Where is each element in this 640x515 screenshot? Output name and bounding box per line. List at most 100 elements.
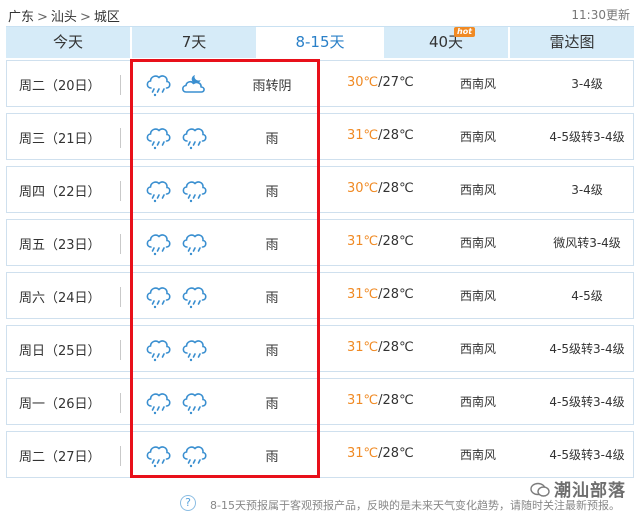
tab-label: 8-15天 (295, 33, 345, 51)
low-temp: /28℃ (378, 446, 414, 461)
high-temp: 31℃ (347, 340, 379, 355)
tab-40-days[interactable]: 40天 hot (384, 27, 510, 58)
high-temp: 31℃ (347, 234, 379, 249)
breadcrumb-separator: > (37, 10, 48, 25)
temperature: 31℃/28℃ (347, 287, 414, 302)
question-icon[interactable]: ? (180, 495, 196, 511)
weather-icons (144, 336, 208, 362)
rain-icon (182, 393, 207, 415)
low-temp: /28℃ (378, 181, 414, 196)
partly-cloudy-night-icon (182, 75, 205, 93)
day-label: 周日（25日） (19, 344, 101, 359)
weather-desc: 雨转阴 (252, 79, 292, 94)
wind-direction: 西南风 (460, 236, 497, 250)
low-temp: /28℃ (378, 287, 414, 302)
breadcrumb-district: 城区 (93, 10, 120, 25)
tab-8-15-days[interactable]: 8-15天 (258, 27, 384, 58)
high-temp: 31℃ (347, 446, 379, 461)
rain-icon (182, 181, 207, 203)
tab-radar[interactable]: 雷达图 (510, 27, 634, 58)
chat-bubble-icon (530, 482, 550, 497)
high-temp: 31℃ (347, 128, 379, 143)
wind-direction: 西南风 (460, 448, 497, 462)
wind-direction: 西南风 (460, 289, 497, 303)
day-label: 周六（24日） (19, 291, 101, 306)
divider (120, 181, 121, 201)
forecast-tabs: 今天 7天 8-15天 40天 hot 雷达图 (6, 26, 634, 58)
rain-icon (182, 340, 207, 362)
wind-level: 4-5级转3-4级 (549, 448, 625, 462)
wind-level: 4-5级转3-4级 (549, 130, 625, 144)
high-temp: 31℃ (347, 393, 379, 408)
table-row: 周二（27日） 雨 31℃/28℃ 西南风 4-5级转3-4级 (6, 431, 634, 478)
divider (120, 287, 121, 307)
temperature: 30℃/28℃ (347, 181, 414, 196)
temperature: 31℃/28℃ (347, 340, 414, 355)
watermark-text: 潮汕部落 (554, 481, 626, 501)
temperature: 31℃/28℃ (347, 128, 414, 143)
day-label: 周四（22日） (19, 185, 101, 200)
day-label: 周一（26日） (19, 397, 101, 412)
hot-badge: hot (454, 27, 476, 37)
rain-icon (182, 234, 207, 256)
table-row: 周二（20日） 雨转阴 30℃/27℃ 西南风 3-4级 (6, 60, 634, 107)
table-row: 周一（26日） 雨 31℃/28℃ 西南风 4-5级转3-4级 (6, 378, 634, 425)
rain-icon (146, 75, 171, 97)
day-label: 周三（21日） (19, 132, 101, 147)
rain-icon (146, 340, 171, 362)
temperature: 30℃/27℃ (347, 75, 414, 90)
divider (120, 340, 121, 360)
weather-icons (144, 230, 208, 256)
rain-icon (182, 287, 207, 309)
wind-direction: 西南风 (460, 130, 497, 144)
divider (120, 234, 121, 254)
rain-icon (146, 287, 171, 309)
rain-icon (146, 393, 171, 415)
breadcrumb-province[interactable]: 广东 (8, 10, 34, 25)
table-row: 周六（24日） 雨 31℃/28℃ 西南风 4-5级 (6, 272, 634, 319)
wind-level: 3-4级 (571, 183, 603, 197)
low-temp: /28℃ (378, 234, 414, 249)
high-temp: 30℃ (347, 181, 379, 196)
low-temp: /28℃ (378, 128, 414, 143)
wind-level: 4-5级 (571, 289, 603, 303)
day-label: 周二（20日） (19, 79, 101, 94)
breadcrumb-separator: > (79, 10, 91, 25)
divider (120, 393, 121, 413)
table-row: 周四（22日） 雨 30℃/28℃ 西南风 3-4级 (6, 166, 634, 213)
tab-label: 今天 (52, 33, 83, 51)
tab-label: 7天 (181, 33, 207, 51)
divider (120, 128, 121, 148)
day-label: 周五（23日） (19, 238, 101, 253)
wind-level: 4-5级转3-4级 (549, 342, 625, 356)
wind-direction: 西南风 (460, 77, 497, 91)
rain-icon (146, 234, 171, 256)
temperature: 31℃/28℃ (347, 446, 414, 461)
tab-today[interactable]: 今天 (6, 27, 132, 58)
table-row: 周三（21日） 雨 31℃/28℃ 西南风 4-5级转3-4级 (6, 113, 634, 160)
weather-icons (144, 177, 208, 203)
weather-desc: 雨 (265, 450, 279, 465)
temperature: 31℃/28℃ (347, 393, 414, 408)
divider (120, 446, 121, 466)
wind-direction: 西南风 (460, 395, 497, 409)
wind-level: 微风转3-4级 (553, 236, 621, 250)
weather-desc: 雨 (265, 344, 279, 359)
wind-level: 4-5级转3-4级 (549, 395, 625, 409)
update-time: 11:30更新 (571, 8, 630, 22)
breadcrumb-city[interactable]: 汕头 (51, 10, 77, 25)
wind-direction: 西南风 (460, 342, 497, 356)
day-label: 周二（27日） (19, 450, 101, 465)
wind-level: 3-4级 (571, 77, 603, 91)
breadcrumb: 广东 > 汕头 > 城区 (8, 6, 120, 25)
low-temp: /28℃ (378, 393, 414, 408)
rain-icon (146, 181, 171, 203)
high-temp: 30℃ (347, 75, 379, 90)
weather-icons (144, 71, 208, 97)
weather-desc: 雨 (265, 238, 279, 253)
high-temp: 31℃ (347, 287, 379, 302)
weather-icons (144, 124, 208, 150)
weather-desc: 雨 (265, 185, 279, 200)
tab-7-days[interactable]: 7天 (132, 27, 258, 58)
weather-desc: 雨 (265, 397, 279, 412)
